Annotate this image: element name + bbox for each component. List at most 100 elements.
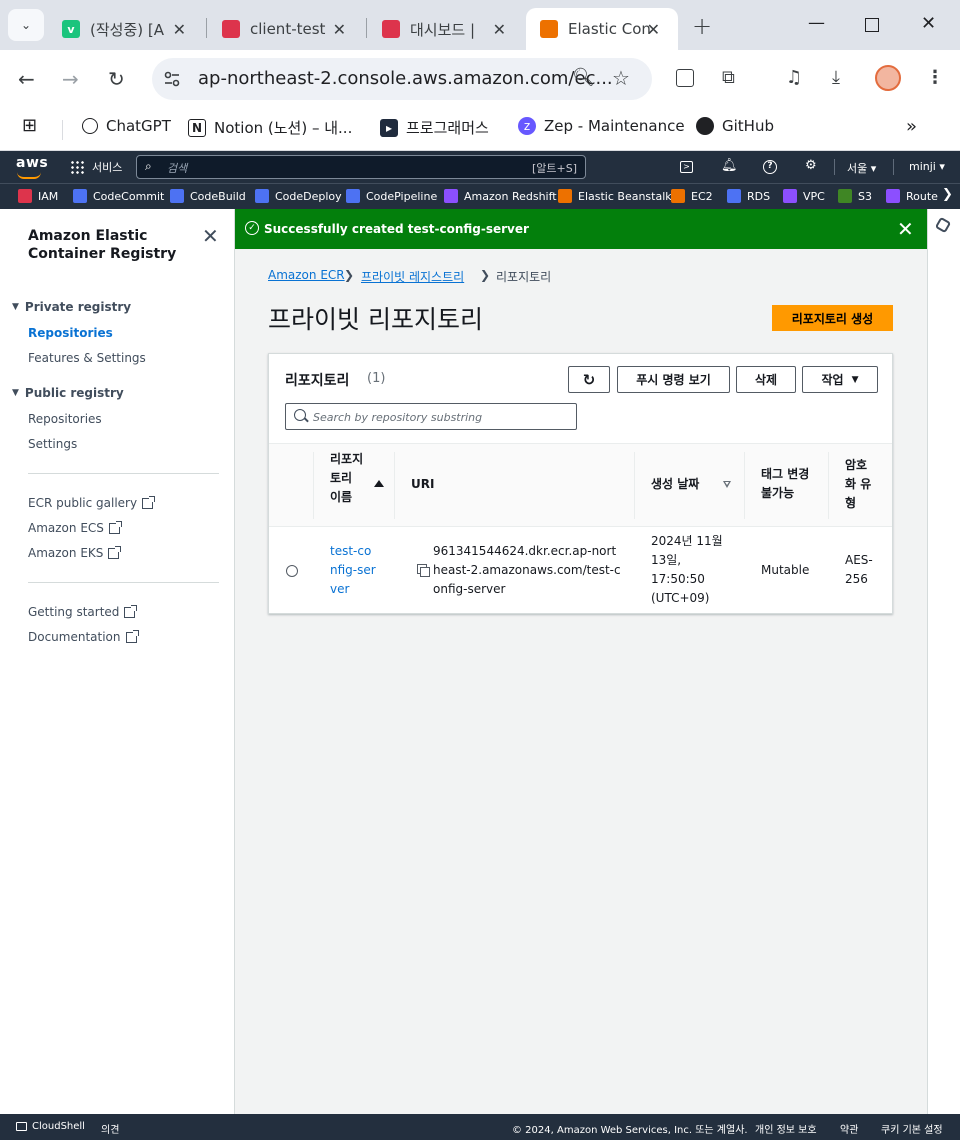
dismiss-flash-icon[interactable]: ✕	[897, 217, 914, 241]
favorite-iam[interactable]: IAM	[18, 189, 58, 203]
close-window-icon[interactable]: ✕	[921, 13, 936, 34]
nav-public-settings[interactable]: Settings	[28, 437, 77, 451]
column-header-immutability[interactable]: 태그 변경 불가능	[761, 465, 821, 503]
aws-search-input[interactable]: ⌕ 검색 [알트+S]	[136, 155, 586, 179]
notifications-bell-icon[interactable]: 🔔︎	[721, 158, 738, 173]
account-menu[interactable]: minji ▾	[909, 160, 945, 173]
forward-icon[interactable]: →	[62, 67, 79, 91]
favorite-redshift[interactable]: Amazon Redshift	[444, 189, 557, 203]
bookmark-item[interactable]: z Zep - Maintenance	[518, 117, 685, 135]
nav-public-repositories[interactable]: Repositories	[28, 412, 102, 426]
apps-grid-icon[interactable]: ⊞	[22, 115, 37, 136]
favorite-ec2[interactable]: EC2	[671, 189, 713, 203]
view-push-commands-button[interactable]: 푸시 명령 보기	[617, 366, 730, 393]
close-tab-icon[interactable]: ✕	[647, 20, 660, 39]
favorite-s3[interactable]: S3	[838, 189, 872, 203]
breadcrumb-amazon-ecr[interactable]: Amazon ECR	[268, 268, 345, 282]
nav-amazon-eks[interactable]: Amazon EKS	[28, 545, 122, 560]
favorite-codedeploy[interactable]: CodeDeploy	[255, 189, 342, 203]
settings-gear-icon[interactable]: ⚙	[805, 158, 817, 173]
bookmark-item[interactable]: N Notion (노션) – 내...	[188, 117, 352, 138]
close-tab-icon[interactable]: ✕	[493, 20, 506, 39]
minimize-icon[interactable]: —	[808, 13, 825, 33]
copy-uri-icon[interactable]	[417, 564, 430, 577]
services-label: 서비스	[92, 161, 123, 174]
bookmark-star-icon[interactable]: ☆	[612, 66, 630, 90]
nav-features-settings[interactable]: Features & Settings	[28, 351, 146, 365]
private-registry-section[interactable]: ▼ Private registry	[12, 300, 131, 314]
column-header-created[interactable]: 생성 날짜	[651, 475, 699, 494]
tab-search-button[interactable]: ⌄	[8, 9, 44, 41]
browser-tab-active[interactable]: Elastic Con ✕	[526, 8, 678, 50]
delete-button[interactable]: 삭제	[736, 366, 796, 393]
download-icon[interactable]: ⤓	[832, 67, 840, 88]
aws-logo[interactable]: aws	[16, 155, 48, 179]
bookmark-item[interactable]: GitHub	[696, 117, 774, 135]
nav-getting-started[interactable]: Getting started	[28, 604, 138, 619]
close-tab-icon[interactable]: ✕	[173, 20, 186, 39]
region-selector[interactable]: 서울 ▾	[847, 160, 876, 176]
external-link-icon	[125, 629, 139, 643]
favorite-rds[interactable]: RDS	[727, 189, 770, 203]
breadcrumb-private-registry[interactable]: 프라이빗 레지스트리	[361, 268, 464, 285]
close-tab-icon[interactable]: ✕	[333, 20, 346, 39]
reload-icon[interactable]: ↻	[108, 67, 125, 91]
favorite-vpc[interactable]: VPC	[783, 189, 825, 203]
favorite-label: Route	[906, 189, 938, 203]
public-registry-section[interactable]: ▼ Public registry	[12, 386, 124, 400]
actions-dropdown-button[interactable]: 작업 ▼	[802, 366, 878, 393]
sort-indicator-icon[interactable]	[723, 481, 731, 488]
cookie-preferences-link[interactable]: 쿠키 기본 설정	[881, 1121, 943, 1136]
reading-mode-icon[interactable]	[676, 69, 694, 87]
back-icon[interactable]: ←	[18, 67, 35, 91]
section-label: Public registry	[24, 386, 124, 400]
chevron-right-icon[interactable]: ❯	[940, 187, 960, 202]
column-header-encryption[interactable]: 암호화 유형	[845, 456, 877, 513]
cloudshell-icon	[16, 1122, 27, 1131]
nav-ecr-public-gallery[interactable]: ECR public gallery	[28, 495, 156, 510]
sort-ascending-icon[interactable]	[374, 480, 384, 487]
new-tab-button[interactable]: +	[692, 12, 712, 40]
create-repository-button[interactable]: 리포지토리 생성	[772, 305, 893, 331]
row-select-radio[interactable]	[286, 565, 298, 577]
nav-private-repositories[interactable]: Repositories	[28, 326, 113, 340]
browser-tab[interactable]: v (작성중) [A ✕	[48, 8, 204, 50]
cloudshell-icon[interactable]: >	[680, 161, 693, 173]
favorite-codepipeline[interactable]: CodePipeline	[346, 189, 437, 203]
column-header-name[interactable]: 리포지토리 이름	[330, 450, 366, 507]
bookmark-item[interactable]: ChatGPT	[82, 117, 171, 135]
favorite-route53[interactable]: Route	[886, 189, 938, 203]
favorite-codecommit[interactable]: CodeCommit	[73, 189, 164, 203]
nav-documentation[interactable]: Documentation	[28, 629, 139, 644]
favorite-label: RDS	[747, 189, 771, 203]
terms-link[interactable]: 약관	[840, 1121, 858, 1136]
codebuild-icon	[170, 189, 184, 203]
browser-menu-icon[interactable]: ⋮	[926, 67, 944, 88]
extensions-icon[interactable]: ⧉	[722, 67, 735, 88]
services-menu[interactable]: 서비스	[70, 159, 122, 175]
browser-tab[interactable]: 대시보드 | ✕	[368, 8, 524, 50]
favorite-elastic-beanstalk[interactable]: Elastic Beanstalk	[558, 189, 672, 203]
feedback-link[interactable]: 의견	[101, 1121, 119, 1136]
media-control-icon[interactable]: ♫	[786, 67, 802, 88]
tools-panel-icon[interactable]	[934, 216, 952, 234]
close-navigation-icon[interactable]: ✕	[202, 224, 219, 248]
refresh-button[interactable]: ↻	[568, 366, 610, 393]
browser-tab[interactable]: client-test ✕	[208, 8, 364, 50]
site-settings-icon[interactable]	[162, 69, 182, 89]
column-header-uri[interactable]: URI	[411, 475, 434, 494]
favorite-label: Elastic Beanstalk	[578, 189, 672, 203]
help-icon[interactable]: ?	[763, 160, 777, 174]
profile-avatar[interactable]	[875, 65, 901, 91]
repository-name-link[interactable]: test-config-server	[330, 542, 378, 599]
repository-search-input[interactable]	[313, 407, 568, 427]
bookmark-item[interactable]: ▸ 프로그래머스	[380, 117, 489, 138]
privacy-link[interactable]: 개인 정보 보호	[755, 1121, 817, 1136]
favorite-codebuild[interactable]: CodeBuild	[170, 189, 246, 203]
zoom-icon[interactable]: 🔍︎	[572, 67, 595, 88]
cloudshell-link[interactable]: CloudShell	[32, 1121, 85, 1132]
address-bar[interactable]: ap-northeast-2.console.aws.amazon.com/ec…	[152, 58, 652, 100]
maximize-icon[interactable]	[865, 18, 879, 32]
nav-amazon-ecs[interactable]: Amazon ECS	[28, 520, 122, 535]
more-bookmarks-icon[interactable]: »	[906, 116, 917, 137]
